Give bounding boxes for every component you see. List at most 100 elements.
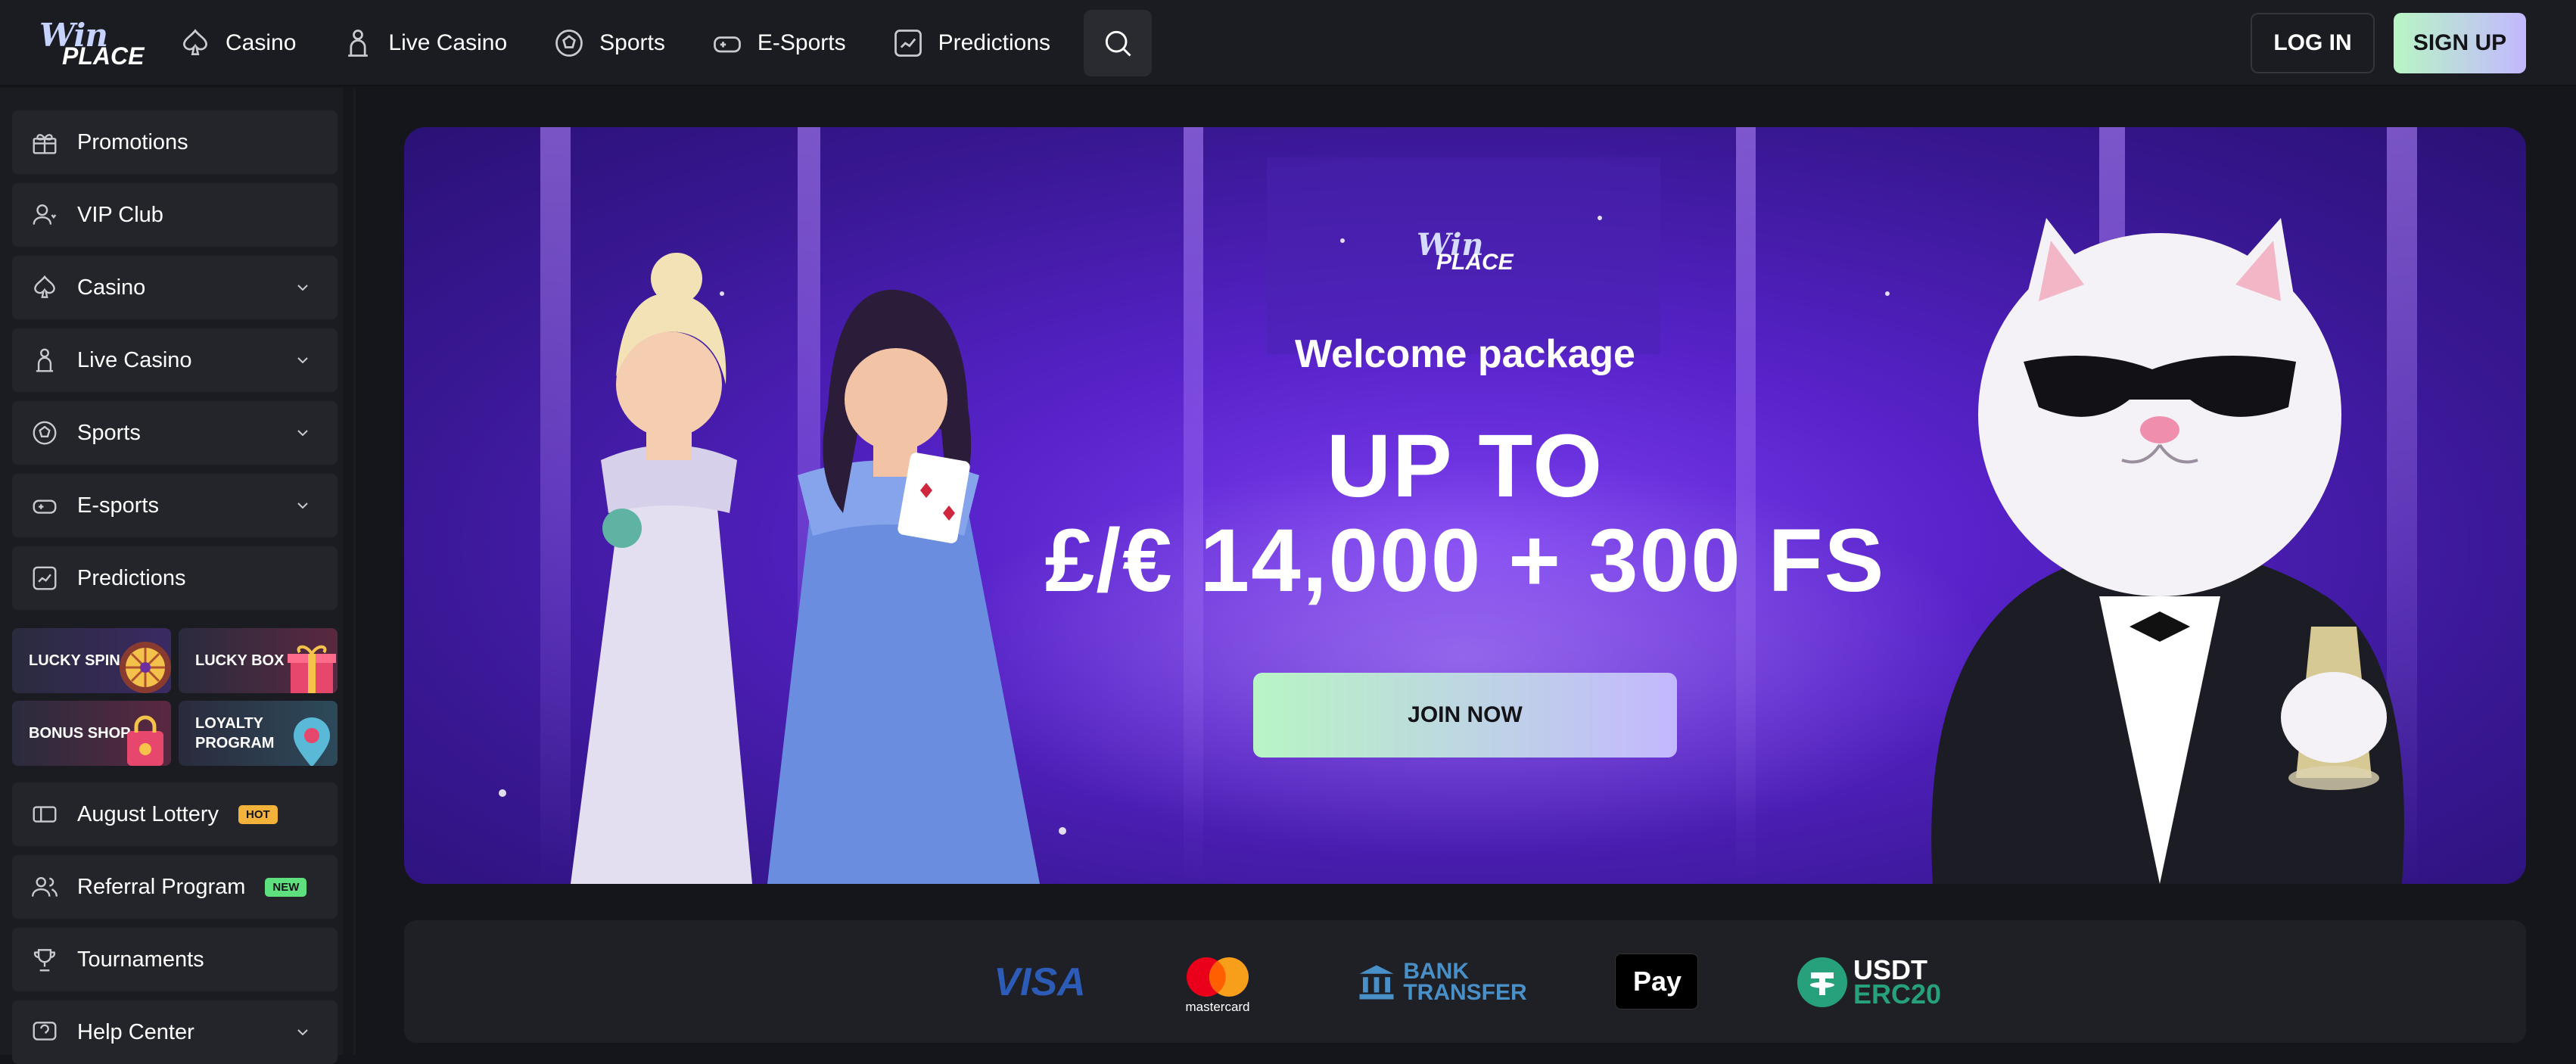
sidebar-item-vip-club[interactable]: VIP Club [12,183,338,247]
sidebar-item-august-lottery[interactable]: August Lottery HOT [12,782,338,846]
sidebar-item-predictions[interactable]: Predictions [12,546,338,610]
nav-sports[interactable]: Sports [552,0,665,86]
nav-live-casino[interactable]: Live Casino [341,0,507,86]
search-icon [1105,30,1131,57]
lucky-spin-label: LUCKY SPIN [29,652,120,669]
sidebar-item-label: Help Center [77,1019,194,1044]
sidebar-item-label: E-sports [77,493,159,518]
main-nav: Casino Live Casino Sports E-Sports Predi… [179,0,1152,86]
sidebar-item-tournaments[interactable]: Tournaments [12,928,338,991]
spade-icon [34,275,55,298]
hero-logo: Win PLACE [1417,227,1515,280]
new-badge: NEW [265,877,307,897]
nav-live-casino-label: Live Casino [388,30,508,55]
bonus-shop-tile[interactable]: BONUS SHOP [12,701,171,766]
chart-icon [33,566,57,590]
sidebar-item-label: Sports [77,420,141,445]
hero-amount-line1: UP TO [1326,416,1604,516]
chart-icon [894,30,922,57]
lucky-box-label: LUCKY BOX [195,652,285,669]
nav-esports[interactable]: E-Sports [711,0,846,86]
bank-text-line1: BANK [1403,959,1469,984]
bank-transfer-text: BANK TRANSFER [1403,959,1527,1005]
chevron-down-icon[interactable] [294,278,312,297]
lucky-spin-tile[interactable]: LUCKY SPIN [12,628,171,693]
bank-text-line2: TRANSFER [1403,980,1527,1005]
login-button[interactable]: LOG IN [2251,13,2375,73]
nav-predictions[interactable]: Predictions [891,0,1050,86]
gift-icon [33,134,57,154]
visa-text: VISA [994,960,1086,1004]
sidebar-item-label: Casino [77,275,146,300]
logo-text-bottom: PLACE [62,42,145,70]
join-now-button[interactable]: JOIN NOW [1253,673,1677,758]
sidebar-item-casino[interactable]: Casino [12,256,338,319]
visa-logo: VISA [987,960,1093,1005]
gamepad-icon [33,499,57,514]
mastercard-text: mastercard [1185,1000,1250,1014]
help-icon [33,1022,57,1041]
signup-button[interactable]: SIGN UP [2394,13,2526,73]
hero-banner[interactable]: Win PLACE Welcome package UP TO £/€ 14,0… [404,127,2526,884]
loyalty-program-label: LOYALTY PROGRAM [195,714,274,753]
dealer-icon [348,30,369,57]
usdt-text-line2: ERC20 [1853,978,1942,1010]
sidebar-item-label: Referral Program [77,874,246,899]
sidebar-item-label: Promotions [77,129,188,154]
nav-casino-label: Casino [226,30,297,55]
sidebar-item-referral-program[interactable]: Referral Program NEW [12,855,338,919]
top-bar: Win PLACE Casino Live Casino Sports E-Sp… [0,0,2576,86]
chevron-down-icon[interactable] [294,496,312,515]
trophy-icon [33,949,56,972]
search-button[interactable] [1084,10,1152,76]
site-logo[interactable]: Win PLACE [39,17,144,70]
bank-transfer-logo: BANK TRANSFER [1355,954,1529,1011]
nav-sports-label: Sports [599,30,665,55]
tether-icon [1797,957,1847,1007]
loyalty-program-tile[interactable]: LOYALTY PROGRAM [179,701,338,766]
nav-esports-label: E-Sports [757,30,846,55]
dealer-icon [36,348,54,372]
sidebar-item-help-center[interactable]: Help Center [12,1000,338,1064]
sidebar-scrollbar[interactable] [343,88,353,1055]
users-icon [31,876,58,897]
usdt-erc20-logo: USDT ERC20 [1794,950,1945,1014]
ticket-icon [33,806,57,823]
sidebar-item-promotions[interactable]: Promotions [12,110,338,174]
apple-pay-logo: Pay [1615,954,1698,1010]
hero-amount-line2: £/€ 14,000 + 300 FS [1044,511,1886,611]
nav-casino[interactable]: Casino [179,0,296,86]
wheel-icon [120,642,171,693]
mastercard-circles-icon [1187,957,1249,997]
spade-icon [182,29,208,56]
soccer-ball-icon [555,30,583,57]
mastercard-logo: mastercard [1176,954,1259,1017]
apple-pay-text: Pay [1632,966,1682,997]
chevron-down-icon[interactable] [294,351,312,369]
lucky-box-tile[interactable]: LUCKY BOX [179,628,338,693]
sidebar-item-label: VIP Club [77,202,163,227]
bank-icon [1359,965,1394,1000]
hero-welcome-heading: Welcome package [1295,332,1635,376]
usdt-text: USDT ERC20 [1853,957,1942,1010]
chevron-down-icon[interactable] [294,1023,312,1041]
vip-icon [33,204,57,225]
chevron-down-icon[interactable] [294,424,312,442]
gift-box-icon [288,645,336,693]
sidebar-item-sports[interactable]: Sports [12,401,338,465]
loyalty-label-line2: PROGRAM [195,735,275,751]
nav-predictions-label: Predictions [938,30,1050,55]
sidebar-item-label: Predictions [77,565,186,590]
soccer-ball-icon [33,421,57,445]
sidebar-item-esports[interactable]: E-sports [12,474,338,537]
shopping-bag-icon [127,715,163,766]
hot-badge: HOT [238,804,278,824]
map-pin-icon [294,717,330,766]
sidebar-item-label: August Lottery [77,801,219,826]
loyalty-label-line1: LOYALTY [195,715,264,732]
sidebar-item-live-casino[interactable]: Live Casino [12,328,338,392]
sidebar-item-label: Live Casino [77,347,192,372]
hero-logo-text-bottom: PLACE [1436,250,1514,275]
gamepad-icon [714,36,741,53]
payment-methods-bar: VISA mastercard BANK TRANSFER Pay USDT E… [404,920,2526,1043]
